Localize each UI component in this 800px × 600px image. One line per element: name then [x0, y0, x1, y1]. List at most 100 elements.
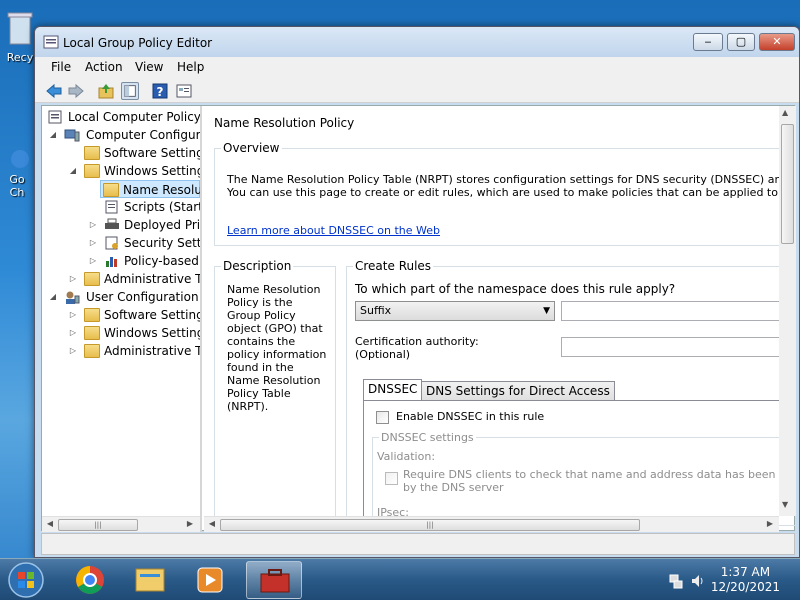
- help-icon[interactable]: ?: [151, 82, 169, 100]
- shortcut-icon: [11, 150, 29, 168]
- title-bar[interactable]: Local Group Policy Editor ‒ ▢ ✕: [35, 27, 799, 57]
- folder-icon: [135, 568, 165, 592]
- details-panel: Name Resolution Policy Overview The Name…: [204, 106, 796, 532]
- namespace-value-input[interactable]: [561, 301, 796, 321]
- up-folder-icon[interactable]: [97, 82, 115, 100]
- description-text: Name Resolution Policy is the Group Poli…: [227, 283, 327, 413]
- expand-arrow-icon[interactable]: ▷: [88, 234, 98, 252]
- folder-icon: [84, 326, 100, 340]
- collapse-arrow-icon[interactable]: ◢: [48, 288, 58, 306]
- expand-arrow-icon[interactable]: ▷: [88, 216, 98, 234]
- menu-help[interactable]: Help: [177, 60, 204, 74]
- security-icon: [105, 236, 118, 250]
- overview-line-1: The Name Resolution Policy Table (NRPT) …: [227, 173, 796, 186]
- tree-item-local-computer-policy[interactable]: Local Computer Policy: [46, 108, 200, 126]
- back-arrow-icon[interactable]: [45, 82, 63, 100]
- taskbar-gpedit[interactable]: [246, 561, 302, 599]
- tree-item-computer-configuration[interactable]: ◢ Computer Configura: [46, 126, 200, 144]
- menu-file[interactable]: File: [51, 60, 71, 74]
- tab-dnssec[interactable]: DNSSEC: [363, 379, 423, 401]
- scroll-right-icon[interactable]: ▶: [184, 519, 196, 528]
- folder-icon: [84, 146, 100, 160]
- enable-dnssec-checkbox[interactable]: [376, 411, 389, 424]
- tree-item-user-software-settings[interactable]: ▷ Software Settings: [46, 306, 200, 324]
- console-content: Local Computer Policy ◢ Computer Configu…: [41, 105, 796, 532]
- clock-date: 12/20/2021: [710, 580, 780, 594]
- toolbox-icon: [260, 569, 290, 593]
- cert-authority-input[interactable]: [561, 337, 796, 357]
- dnssec-settings-legend: DNSSEC settings: [379, 431, 476, 444]
- scroll-down-icon[interactable]: ▼: [782, 500, 788, 509]
- learn-more-link[interactable]: Learn more about DNSSEC on the Web: [227, 224, 440, 237]
- tab-dns-settings-direct-access[interactable]: DNS Settings for Direct Access: [421, 381, 615, 401]
- overview-group: Overview The Name Resolution Policy Tabl…: [214, 141, 796, 246]
- policy-icon: [48, 110, 62, 124]
- tree-item-user-windows-settings[interactable]: ▷ Windows Setting: [46, 324, 200, 342]
- tree-item-deployed-printers[interactable]: ▷ Deployed Prir: [46, 216, 200, 234]
- scrollbar-thumb[interactable]: |||: [58, 519, 138, 531]
- menu-view[interactable]: View: [135, 60, 163, 74]
- taskbar-explorer[interactable]: [122, 561, 178, 599]
- tree-item-scripts[interactable]: Scripts (Startu: [46, 198, 200, 216]
- taskbar-media-player[interactable]: [182, 561, 238, 599]
- status-bar: [41, 533, 795, 555]
- require-validation-checkbox[interactable]: [385, 472, 398, 485]
- taskbar-chrome[interactable]: [62, 561, 118, 599]
- user-icon: [66, 291, 80, 304]
- tree-item-administrative-templates[interactable]: ▷ Administrative Te: [46, 270, 200, 288]
- forward-arrow-icon[interactable]: [67, 82, 85, 100]
- chrome-desktop-icon[interactable]: Go Ch: [0, 148, 34, 208]
- collapse-arrow-icon[interactable]: ◢: [48, 126, 58, 144]
- tree-item-policy-based-qos[interactable]: ▷ Policy-based: [46, 252, 200, 270]
- tree-item-windows-settings[interactable]: ◢ Windows Setting: [46, 162, 200, 180]
- properties-icon[interactable]: [175, 82, 193, 100]
- scrollbar-thumb[interactable]: [781, 124, 794, 244]
- details-horizontal-scrollbar[interactable]: ◀ ||| ▶: [204, 516, 779, 532]
- system-clock[interactable]: 1:37 AM 12/20/2021: [711, 565, 780, 595]
- tree-item-user-configuration[interactable]: ◢ User Configuration: [46, 288, 200, 306]
- namespace-type-dropdown[interactable]: Suffix ▼: [355, 301, 555, 321]
- recycle-bin-label: Recy: [6, 51, 34, 64]
- computer-icon: [64, 129, 80, 142]
- media-player-icon: [197, 567, 223, 593]
- menu-action[interactable]: Action: [85, 60, 123, 74]
- recycle-bin-desktop-icon[interactable]: Recy: [0, 8, 34, 68]
- collapse-arrow-icon[interactable]: ◢: [68, 162, 78, 180]
- chrome-icon: [76, 566, 104, 594]
- expand-arrow-icon[interactable]: ▷: [68, 324, 78, 342]
- scroll-up-icon[interactable]: ▲: [782, 108, 788, 117]
- start-button-icon[interactable]: [6, 561, 46, 599]
- chrome-desktop-label-2: Ch: [9, 186, 25, 199]
- tree-horizontal-scrollbar[interactable]: ◀ ||| ▶: [42, 516, 200, 532]
- tree-item-security-settings[interactable]: ▷ Security Settin: [46, 234, 200, 252]
- scroll-right-icon[interactable]: ▶: [764, 519, 776, 528]
- expand-arrow-icon[interactable]: ▷: [68, 270, 78, 288]
- scrollbar-thumb[interactable]: |||: [220, 519, 640, 531]
- scroll-left-icon[interactable]: ◀: [44, 519, 56, 528]
- show-hide-tree-icon[interactable]: [121, 82, 139, 100]
- expand-arrow-icon[interactable]: ▷: [88, 252, 98, 270]
- maximize-button[interactable]: ▢: [727, 33, 755, 51]
- svg-text:?: ?: [157, 85, 164, 99]
- description-legend: Description: [221, 259, 294, 273]
- close-button[interactable]: ✕: [759, 33, 795, 51]
- create-rules-group: Create Rules To which part of the namesp…: [346, 259, 796, 532]
- cert-optional-label: (Optional): [355, 348, 411, 361]
- tree-item-name-resolution-policy[interactable]: Name Resolu: [100, 180, 200, 198]
- gpedit-window: Local Group Policy Editor ‒ ▢ ✕ File Act…: [34, 26, 800, 558]
- folder-icon: [103, 183, 119, 197]
- enable-dnssec-label: Enable DNSSEC in this rule: [396, 410, 545, 423]
- expand-arrow-icon[interactable]: ▷: [68, 306, 78, 324]
- taskbar: 1:37 AM 12/20/2021: [0, 558, 800, 600]
- create-rules-legend: Create Rules: [353, 259, 434, 273]
- tree-item-user-administrative-templates[interactable]: ▷ Administrative Te: [46, 342, 200, 360]
- scroll-left-icon[interactable]: ◀: [206, 519, 218, 528]
- network-icon[interactable]: [668, 573, 684, 589]
- details-vertical-scrollbar[interactable]: ▲ ▼: [779, 106, 796, 516]
- minimize-button[interactable]: ‒: [693, 33, 723, 51]
- chart-icon: [106, 257, 117, 267]
- volume-icon[interactable]: [690, 573, 706, 589]
- expand-arrow-icon[interactable]: ▷: [68, 342, 78, 360]
- toolbar: ?: [35, 79, 799, 103]
- tree-item-software-settings[interactable]: Software Settings: [46, 144, 200, 162]
